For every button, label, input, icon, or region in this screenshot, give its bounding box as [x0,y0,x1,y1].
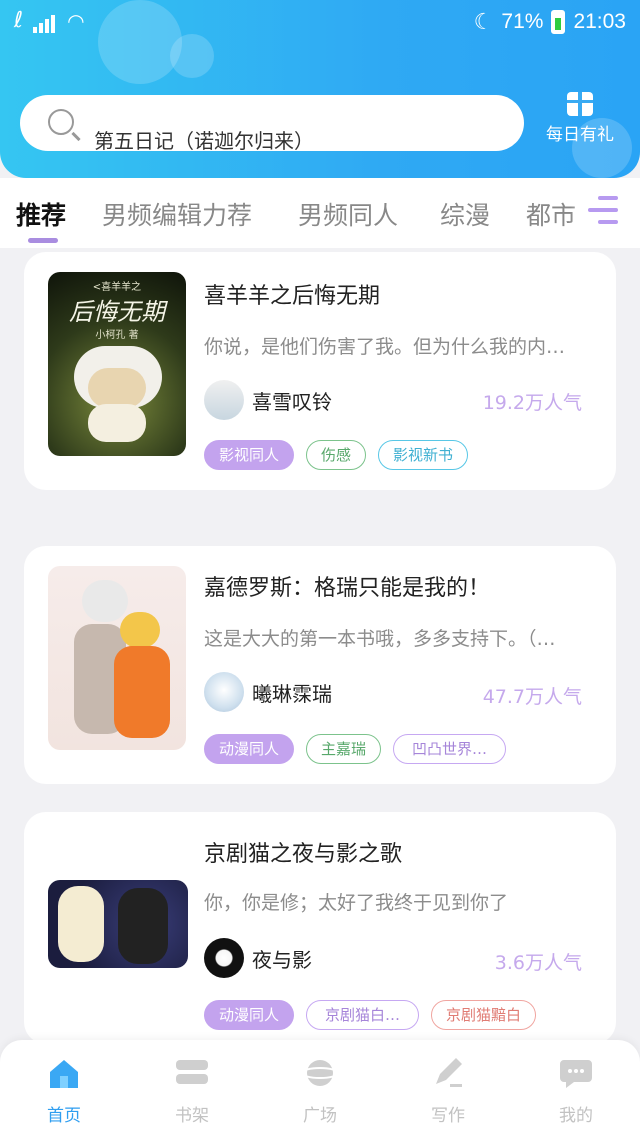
category-tabs: 推荐 男频编辑力荐 男频同人 综漫 都市 [0,178,640,248]
book-title[interactable]: 嘉德罗斯：格瑞只能是我的！ [204,570,490,602]
author-name: 喜雪叹铃 [252,389,332,414]
nav-profile[interactable]: 我的 [536,1056,616,1126]
character-art [58,886,104,962]
cover-title: 后悔无期 [69,298,165,326]
book-cover [48,566,186,750]
bookshelf-icon [176,1060,208,1084]
chat-bubble-icon [560,1060,592,1088]
character-body-art [114,646,170,738]
avatar [204,938,244,978]
tag[interactable]: 主嘉瑞 [306,734,382,764]
battery-icon [551,10,566,34]
pen-icon [436,1058,462,1087]
book-card[interactable]: 嘉德罗斯：格瑞只能是我的！ 这是大大的第一本书哦，多多支持下。（… 曦琳霂瑞 4… [24,546,616,784]
tab-male-editor-picks[interactable]: 男频编辑力荐 [102,196,252,232]
book-author[interactable]: 夜与影 [204,938,312,978]
nav-bookshelf[interactable]: 书架 [152,1056,232,1126]
book-cover [48,880,188,968]
popularity: 3.6万人气 [494,952,582,974]
book-title[interactable]: 喜羊羊之后悔无期 [204,278,380,310]
author-name: 夜与影 [252,947,312,972]
header: ℓ ◠ ☾ 71% 21:03 第五日记（诺迦尔归来） 每日有礼 [0,0,640,178]
book-description: 这是大大的第一本书哦，多多支持下。（… [204,628,556,650]
planet-icon [301,1060,339,1086]
tag-list: 动漫同人 主嘉瑞 凹凸世界… [204,734,507,764]
book-author[interactable]: 曦琳霂瑞 [204,672,332,712]
nav-label: 书架 [175,1106,209,1126]
tag[interactable]: 影视新书 [378,440,469,470]
cover-author: 小柯孔 著 [95,330,139,341]
category-menu-icon[interactable] [588,196,618,224]
tag[interactable]: 京剧猫黯白 [431,1000,537,1030]
clock: 21:03 [573,10,626,33]
cover-top-text: <喜羊羊之 [92,282,142,293]
status-bar: ℓ ◠ ☾ 71% 21:03 [0,0,640,46]
nav-write[interactable]: 写作 [408,1056,488,1126]
daily-gift-label: 每日有礼 [546,125,614,145]
book-card[interactable]: 京剧猫之夜与影之歌 你，你是修；太好了我终于见到你了 夜与影 3.6万人气 动漫… [24,812,616,1044]
book-title[interactable]: 京剧猫之夜与影之歌 [204,836,402,868]
nav-square[interactable]: 广场 [280,1056,360,1126]
bottom-nav: 首页 书架 广场 写作 我的 [0,1040,640,1138]
character-hair-art [82,580,128,622]
tag[interactable]: 动漫同人 [204,734,295,764]
carrier-icon: ℓ [14,8,24,33]
book-author[interactable]: 喜雪叹铃 [204,380,332,420]
nav-home[interactable]: 首页 [24,1056,104,1126]
search-placeholder: 第五日记（诺迦尔归来） [94,129,314,153]
battery-percent: 71% [501,10,544,33]
tag[interactable]: 京剧猫白… [306,1000,420,1030]
avatar [204,672,244,712]
nav-label: 广场 [303,1106,337,1126]
character-art [118,888,168,964]
daily-gift-button[interactable]: 每日有礼 [538,92,622,145]
gift-icon [567,92,593,116]
search-icon [48,109,74,135]
avatar [204,380,244,420]
tab-recommend[interactable]: 推荐 [16,196,66,232]
author-name: 曦琳霂瑞 [252,681,332,706]
nav-label: 我的 [559,1106,593,1126]
tab-anime[interactable]: 综漫 [440,196,490,232]
popularity: 19.2万人气 [482,392,582,414]
book-description: 你，你是修；太好了我终于见到你了 [204,892,509,914]
sheep-face-art [88,368,146,408]
tag[interactable]: 凹凸世界… [393,734,507,764]
nav-label: 首页 [47,1106,81,1126]
popularity: 47.7万人气 [482,686,582,708]
active-tab-indicator [28,238,58,243]
home-icon [50,1060,78,1088]
moon-icon: ☾ [473,9,494,34]
character-hair-art [120,612,160,648]
wifi-icon: ◠ [67,8,85,33]
tag-list: 影视同人 伤感 影视新书 [204,440,469,470]
tag-list: 动漫同人 京剧猫白… 京剧猫黯白 [204,1000,537,1030]
nav-label: 写作 [431,1106,465,1126]
tag[interactable]: 伤感 [306,440,367,470]
book-description: 你说，是他们伤害了我。但为什么我的内… [204,336,566,358]
tag[interactable]: 影视同人 [204,440,295,470]
sheep-body-art [88,404,146,442]
tab-urban[interactable]: 都市 [526,196,576,232]
search-bar[interactable]: 第五日记（诺迦尔归来） [20,95,524,153]
tab-male-fanfic[interactable]: 男频同人 [298,196,398,232]
signal-icon [33,8,57,33]
tag[interactable]: 动漫同人 [204,1000,295,1030]
book-cover: <喜羊羊之 后悔无期 小柯孔 著 [48,272,186,456]
book-card[interactable]: <喜羊羊之 后悔无期 小柯孔 著 喜羊羊之后悔无期 你说，是他们伤害了我。但为什… [24,252,616,490]
